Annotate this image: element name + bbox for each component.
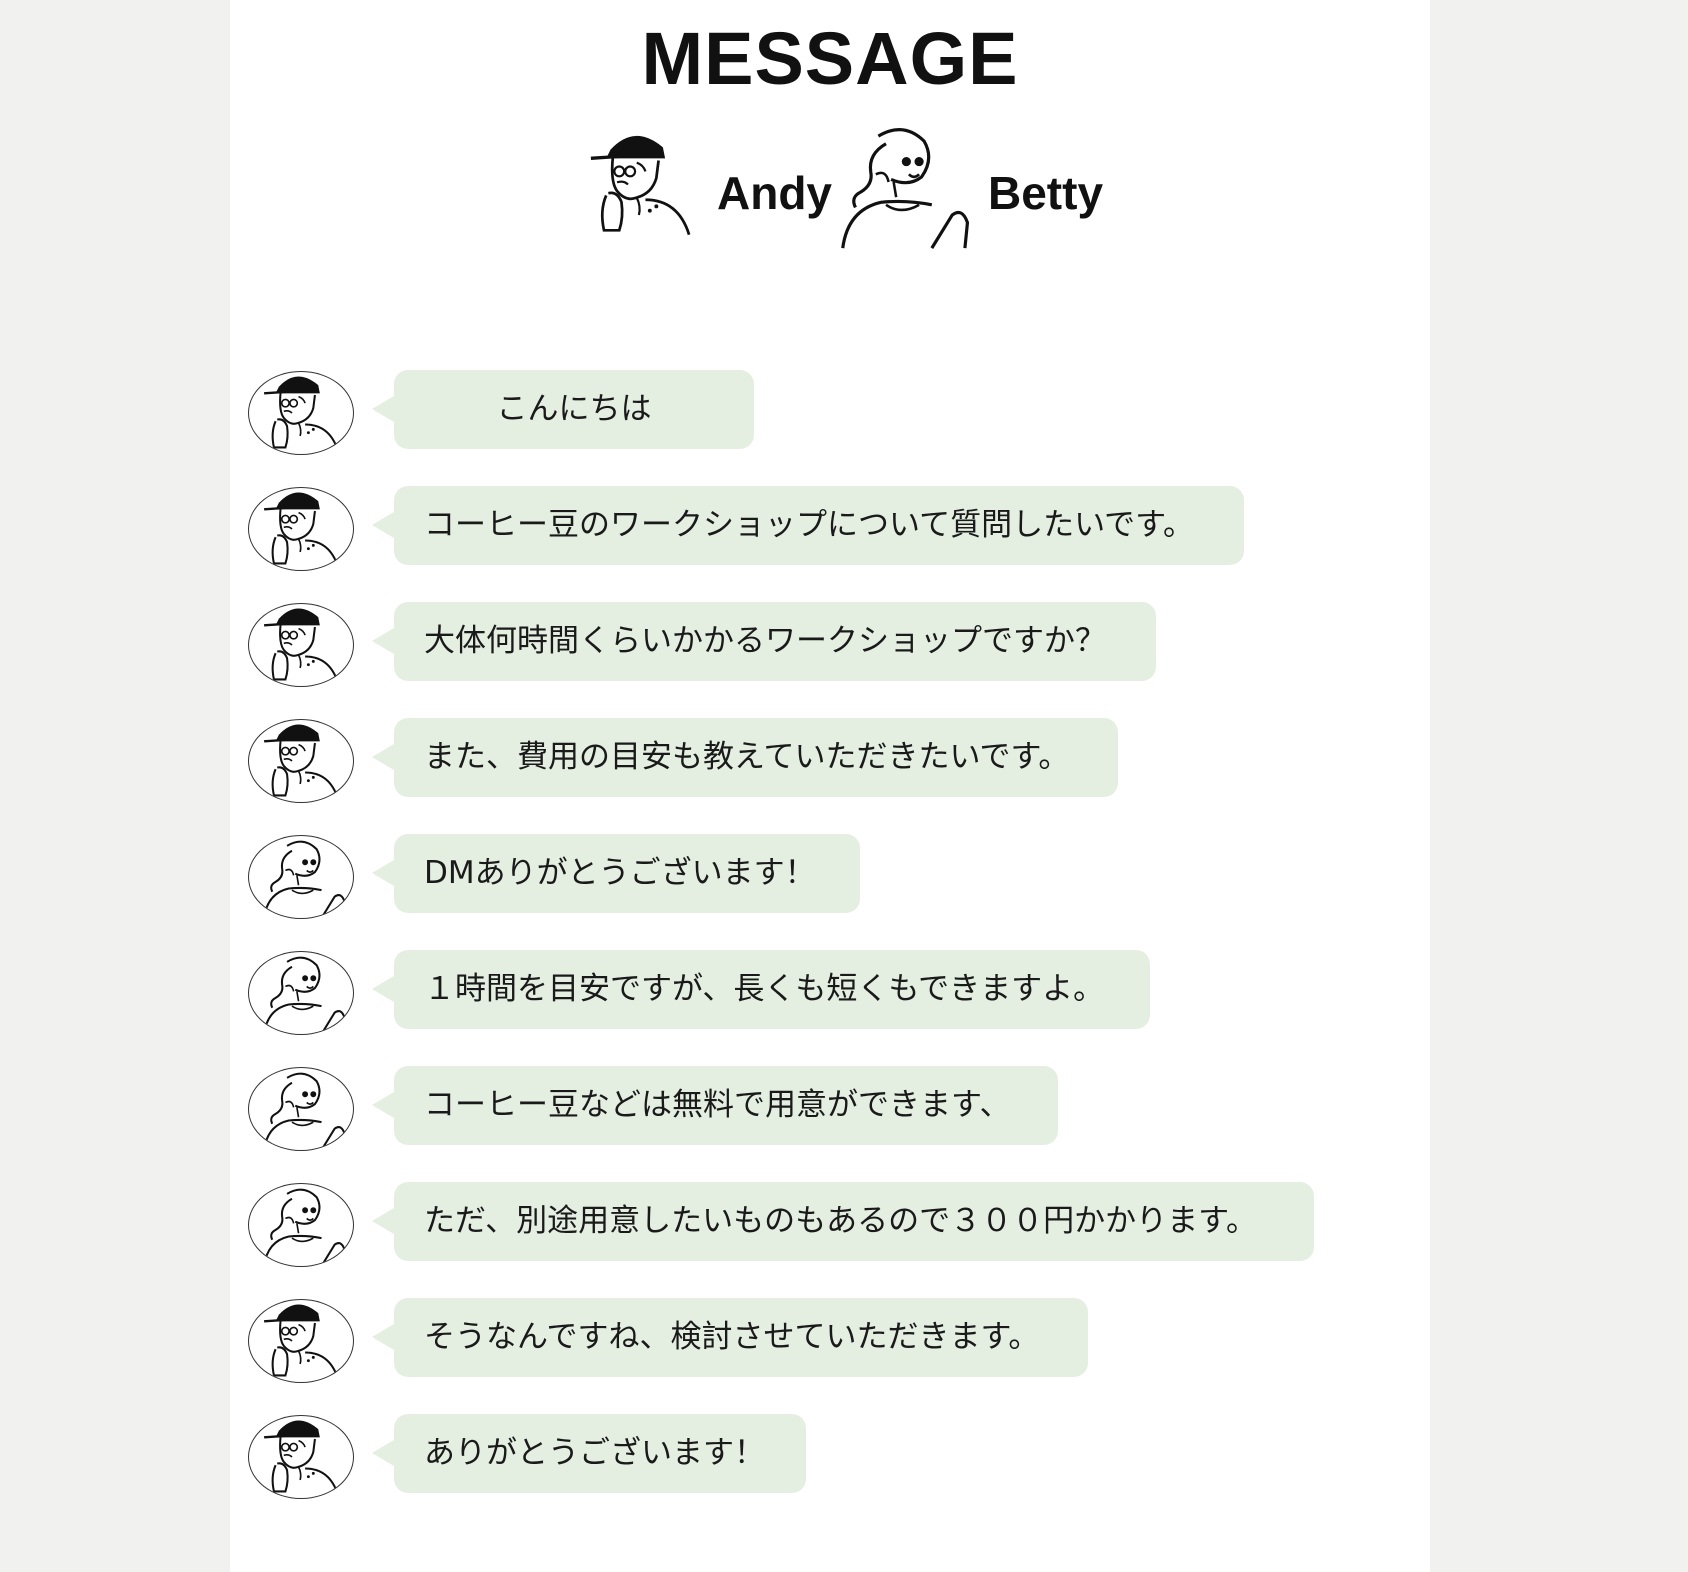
message-row: また、費用の目安も教えていただきたいです。 xyxy=(248,716,1408,832)
participant-name-andy: Andy xyxy=(717,167,832,219)
participants-header: Andy Betty xyxy=(230,112,1430,257)
message-row: コーヒー豆などは無料で用意ができます、 xyxy=(248,1064,1408,1180)
andy-avatar-icon xyxy=(248,603,354,687)
message-row: こんにちは xyxy=(248,368,1408,484)
andy-avatar-icon xyxy=(248,1415,354,1499)
betty-illustration-icon xyxy=(841,128,970,250)
betty-avatar-icon xyxy=(248,1183,354,1267)
andy-avatar-icon xyxy=(248,487,354,571)
message-row: 大体何時間くらいかかるワークショップですか？ xyxy=(248,600,1408,716)
andy-avatar-icon xyxy=(248,371,354,455)
message-bubble: そうなんですね、検討させていただきます。 xyxy=(372,1298,1088,1377)
chat-thread: こんにちは コーヒー豆のワークショップについて質問したいです。 大体何時間くらい… xyxy=(248,368,1408,1528)
message-row: １時間を目安ですが、長くも短くもできますよ。 xyxy=(248,948,1408,1064)
message-bubble: コーヒー豆のワークショップについて質問したいです。 xyxy=(372,486,1244,565)
message-bubble: ただ、別途用意したいものもあるので３００円かかります。 xyxy=(372,1182,1314,1261)
participant-name-betty: Betty xyxy=(988,167,1104,219)
message-bubble: ありがとうございます！ xyxy=(372,1414,806,1493)
andy-avatar-icon xyxy=(248,1299,354,1383)
message-row: ありがとうございます！ xyxy=(248,1412,1408,1528)
message-bubble: 大体何時間くらいかかるワークショップですか？ xyxy=(372,602,1156,681)
message-row: ただ、別途用意したいものもあるので３００円かかります。 xyxy=(248,1180,1408,1296)
message-bubble: DMありがとうございます！ xyxy=(372,834,860,913)
page-title: MESSAGE xyxy=(641,17,1019,100)
message-row: DMありがとうございます！ xyxy=(248,832,1408,948)
message-bubble: また、費用の目安も教えていただきたいです。 xyxy=(372,718,1118,797)
message-bubble: １時間を目安ですが、長くも短くもできますよ。 xyxy=(372,950,1150,1029)
message-row: そうなんですね、検討させていただきます。 xyxy=(248,1296,1408,1412)
betty-avatar-icon xyxy=(248,1067,354,1151)
message-row: コーヒー豆のワークショップについて質問したいです。 xyxy=(248,484,1408,600)
betty-avatar-icon xyxy=(248,951,354,1035)
message-bubble: こんにちは xyxy=(372,370,754,449)
message-panel: MESSAGE Andy Betty こんにちは コーヒー豆のワークショップにつ… xyxy=(230,0,1430,1572)
andy-illustration-icon xyxy=(589,134,691,237)
message-bubble: コーヒー豆などは無料で用意ができます、 xyxy=(372,1066,1058,1145)
betty-avatar-icon xyxy=(248,835,354,919)
andy-avatar-icon xyxy=(248,719,354,803)
